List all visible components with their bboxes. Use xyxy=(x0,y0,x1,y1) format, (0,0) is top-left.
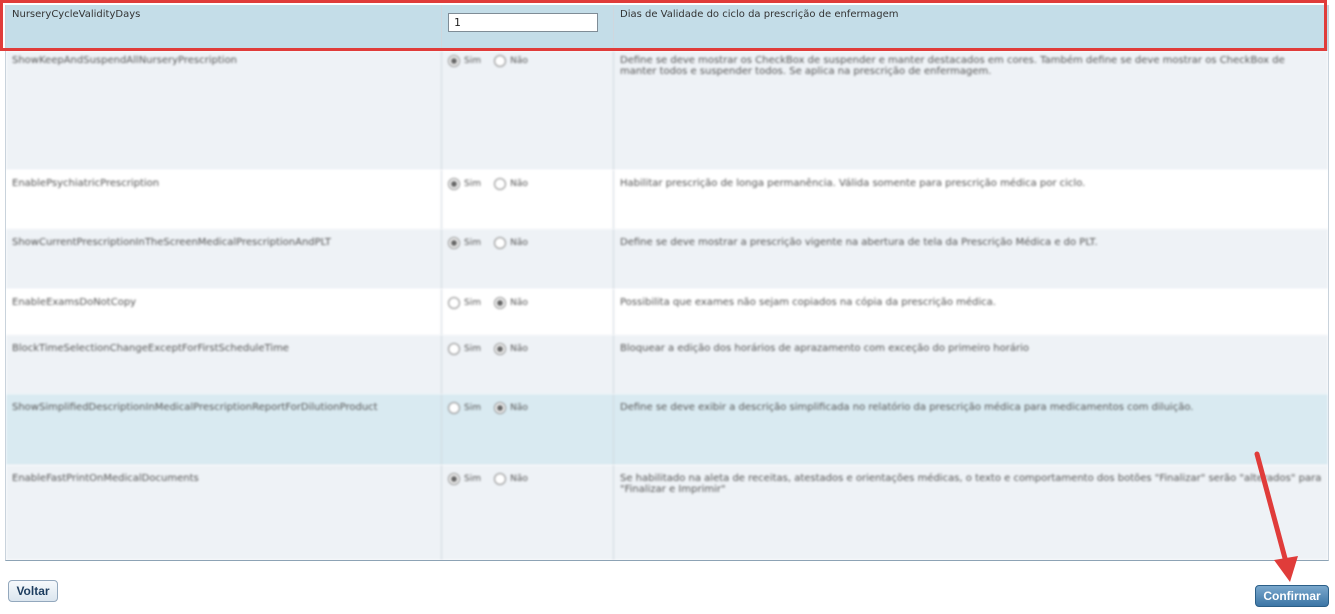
param-description-cell: Possibilita que exames não sejam copiado… xyxy=(614,289,1328,335)
param-name-cell: BlockTimeSelectionChangeExceptForFirstSc… xyxy=(6,335,442,394)
radio-nao[interactable]: Não xyxy=(494,178,528,190)
param-value-cell: Sim Não xyxy=(442,289,614,335)
param-value-cell xyxy=(442,5,614,51)
table-row: NurseryCycleValidityDays Dias de Validad… xyxy=(6,5,1328,51)
parameters-table: NurseryCycleValidityDays Dias de Validad… xyxy=(5,5,1329,561)
param-description-cell: Define se deve mostrar a prescrição vige… xyxy=(614,229,1328,289)
radio-nao-dot[interactable] xyxy=(494,473,507,485)
radio-nao[interactable]: Não xyxy=(494,402,528,414)
radio-nao-dot[interactable] xyxy=(494,237,507,249)
param-name-cell: EnablePsychiatricPrescription xyxy=(6,170,442,229)
radio-sim-dot[interactable] xyxy=(448,237,460,249)
radio-sim-label: Sim xyxy=(464,474,481,484)
radio-nao-dot[interactable] xyxy=(494,297,507,309)
param-value-cell: Sim Não xyxy=(442,51,614,170)
param-name: EnablePsychiatricPrescription xyxy=(12,178,160,189)
param-value-cell: Sim Não xyxy=(442,335,614,394)
radio-sim[interactable]: Sim xyxy=(448,237,481,249)
radio-sim-dot[interactable] xyxy=(448,343,460,355)
param-value-cell: Sim Não xyxy=(442,170,614,229)
radio-nao-label: Não xyxy=(510,474,528,484)
radio-sim-dot[interactable] xyxy=(448,297,460,309)
param-name: EnableFastPrintOnMedicalDocuments xyxy=(12,473,199,484)
radio-sim[interactable]: Sim xyxy=(448,55,481,67)
radio-sim-dot[interactable] xyxy=(448,55,460,67)
param-name-cell: EnableExamsDoNotCopy xyxy=(6,289,442,335)
table-row: ShowCurrentPrescriptionInTheScreenMedica… xyxy=(6,229,1328,289)
radio-nao-label: Não xyxy=(510,56,528,66)
param-description-cell: Define se deve mostrar os CheckBox de su… xyxy=(614,51,1328,170)
param-name: ShowCurrentPrescriptionInTheScreenMedica… xyxy=(12,237,331,248)
param-description: Se habilitado na aleta de receitas, ates… xyxy=(620,473,1322,495)
radio-sim[interactable]: Sim xyxy=(448,473,481,485)
radio-sim[interactable]: Sim xyxy=(448,297,481,309)
radio-nao-dot[interactable] xyxy=(494,55,507,67)
radio-sim-label: Sim xyxy=(464,238,481,248)
param-name-cell: NurseryCycleValidityDays xyxy=(6,5,442,51)
radio-sim-label: Sim xyxy=(464,344,481,354)
table-row: ShowKeepAndSuspendAllNurseryPrescription… xyxy=(6,51,1328,170)
param-description: Dias de Validade do ciclo da prescrição … xyxy=(620,9,899,20)
radio-sim-label: Sim xyxy=(464,298,481,308)
param-name: EnableExamsDoNotCopy xyxy=(12,297,137,308)
radio-sim-dot[interactable] xyxy=(448,473,460,485)
param-description-cell: Dias de Validade do ciclo da prescrição … xyxy=(614,5,1328,51)
param-description: Define se deve mostrar os CheckBox de su… xyxy=(620,55,1285,77)
radio-sim-label: Sim xyxy=(464,56,481,66)
radio-sim-label: Sim xyxy=(464,179,481,189)
param-name: ShowSimplifiedDescriptionInMedicalPrescr… xyxy=(12,402,378,413)
nursery-cycle-validity-days-input[interactable] xyxy=(448,13,598,32)
param-description-cell: Habilitar prescrição de longa permanênci… xyxy=(614,170,1328,229)
table-row: ShowSimplifiedDescriptionInMedicalPrescr… xyxy=(6,394,1328,465)
radio-sim[interactable]: Sim xyxy=(448,178,481,190)
radio-nao[interactable]: Não xyxy=(494,473,528,485)
param-name-cell: ShowKeepAndSuspendAllNurseryPrescription xyxy=(6,51,442,170)
param-name-cell: EnableFastPrintOnMedicalDocuments xyxy=(6,465,442,560)
radio-nao-label: Não xyxy=(510,179,528,189)
table-row: EnableFastPrintOnMedicalDocuments Sim Nã… xyxy=(6,465,1328,560)
param-name: NurseryCycleValidityDays xyxy=(12,9,141,20)
param-name-cell: ShowSimplifiedDescriptionInMedicalPrescr… xyxy=(6,394,442,465)
param-value-cell: Sim Não xyxy=(442,229,614,289)
radio-nao-label: Não xyxy=(510,238,528,248)
radio-nao[interactable]: Não xyxy=(494,55,528,67)
param-value-cell: Sim Não xyxy=(442,394,614,465)
param-name-cell: ShowCurrentPrescriptionInTheScreenMedica… xyxy=(6,229,442,289)
param-description-cell: Bloquear a edição dos horários de apraza… xyxy=(614,335,1328,394)
param-description-cell: Define se deve exibir a descrição simpli… xyxy=(614,394,1328,465)
param-description: Possibilita que exames não sejam copiado… xyxy=(620,297,996,308)
radio-nao[interactable]: Não xyxy=(494,343,528,355)
param-name: BlockTimeSelectionChangeExceptForFirstSc… xyxy=(12,343,289,354)
radio-nao-label: Não xyxy=(510,344,528,354)
radio-nao-dot[interactable] xyxy=(494,178,507,190)
param-description: Bloquear a edição dos horários de apraza… xyxy=(620,343,1029,354)
radio-nao-dot[interactable] xyxy=(494,343,507,355)
param-description-cell: Se habilitado na aleta de receitas, ates… xyxy=(614,465,1328,560)
red-arrow-annotation-icon xyxy=(1254,451,1298,582)
table-row: EnablePsychiatricPrescription Sim Não Ha… xyxy=(6,170,1328,229)
radio-sim-dot[interactable] xyxy=(448,402,460,414)
radio-nao-label: Não xyxy=(510,403,528,413)
param-value-cell: Sim Não xyxy=(442,465,614,560)
radio-sim-dot[interactable] xyxy=(448,178,460,190)
table-row: BlockTimeSelectionChangeExceptForFirstSc… xyxy=(6,335,1328,394)
param-description: Define se deve mostrar a prescrição vige… xyxy=(620,237,1098,248)
radio-nao[interactable]: Não xyxy=(494,297,528,309)
radio-sim[interactable]: Sim xyxy=(448,343,481,355)
param-description: Habilitar prescrição de longa permanênci… xyxy=(620,178,1086,189)
param-name: ShowKeepAndSuspendAllNurseryPrescription xyxy=(12,55,238,66)
table-row: EnableExamsDoNotCopy Sim Não Possibilita… xyxy=(6,289,1328,335)
radio-sim-label: Sim xyxy=(464,403,481,413)
radio-nao[interactable]: Não xyxy=(494,237,528,249)
radio-nao-dot[interactable] xyxy=(494,402,507,414)
param-description: Define se deve exibir a descrição simpli… xyxy=(620,402,1194,413)
radio-nao-label: Não xyxy=(510,298,528,308)
radio-sim[interactable]: Sim xyxy=(448,402,481,414)
back-button[interactable]: Voltar xyxy=(8,580,58,602)
